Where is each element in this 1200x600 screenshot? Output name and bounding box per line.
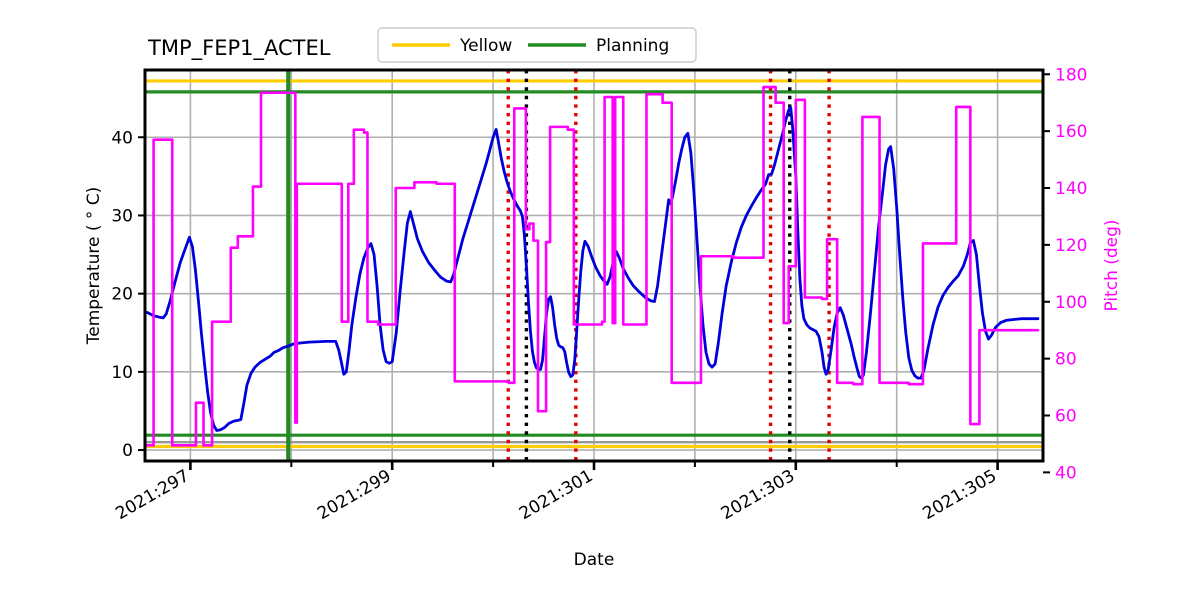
temperature-pitch-chart: 0102030404060801001201401601802021:297 20… bbox=[0, 0, 1200, 600]
chart-legend[interactable]: Yellow Planning bbox=[377, 27, 697, 63]
legend-label-planning[interactable]: Planning bbox=[596, 36, 669, 56]
y-tick-label-left: 0 bbox=[122, 441, 133, 461]
y-tick-label-left: 10 bbox=[111, 363, 133, 383]
y-tick-label-right: 140 bbox=[1055, 179, 1087, 199]
y-axis-title-right: Pitch (deg) bbox=[1102, 219, 1122, 311]
y-axis-title-left: Temperature ( ° C) bbox=[84, 187, 104, 346]
y-tick-label-right: 180 bbox=[1055, 65, 1087, 85]
y-tick-label-right: 120 bbox=[1055, 236, 1087, 256]
figure-background bbox=[0, 0, 1200, 600]
y-tick-label-right: 60 bbox=[1055, 407, 1077, 427]
x-axis-title: Date bbox=[574, 550, 615, 570]
y-tick-label-left: 20 bbox=[111, 285, 133, 305]
y-tick-label-left: 30 bbox=[111, 206, 133, 226]
y-tick-label-right: 40 bbox=[1055, 463, 1077, 483]
y-tick-label-left: 40 bbox=[111, 128, 133, 148]
legend-label-yellow[interactable]: Yellow bbox=[459, 36, 512, 56]
chart-title: TMP_FEP1_ACTEL bbox=[147, 36, 331, 61]
y-tick-label-right: 80 bbox=[1055, 350, 1077, 370]
chart-figure: 0 10 20 30 40 40 60 80 100 120 140 160 180 2021:297 20… bbox=[0, 0, 1200, 600]
y-tick-label-right: 100 bbox=[1055, 293, 1087, 313]
y-tick-label-right: 160 bbox=[1055, 122, 1087, 142]
